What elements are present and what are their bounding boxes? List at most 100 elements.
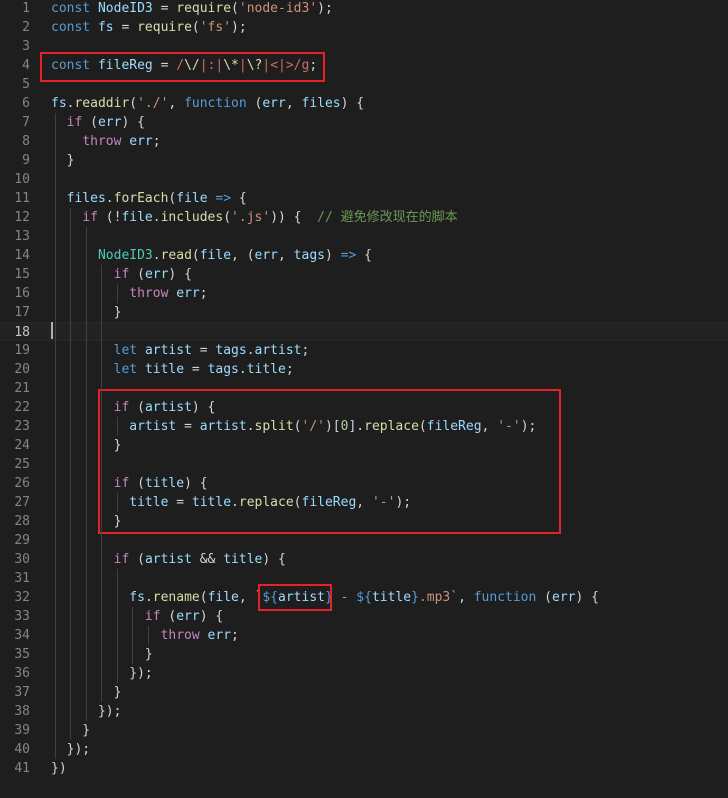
- line-number[interactable]: 3: [0, 37, 30, 56]
- code-line-11[interactable]: 11 files.forEach(file => {: [0, 189, 728, 208]
- code-line-20[interactable]: 20 let title = tags.title;: [0, 360, 728, 379]
- code-line-5[interactable]: 5: [0, 75, 728, 94]
- code-line-18[interactable]: 18: [0, 322, 728, 341]
- line-number[interactable]: 8: [0, 132, 30, 151]
- code-line-24[interactable]: 24 }: [0, 436, 728, 455]
- code-text[interactable]: const fileReg = /\/|:|\*|\?|<|>/g;: [51, 56, 317, 75]
- code-line-13[interactable]: 13: [0, 227, 728, 246]
- code-text[interactable]: if (!file.includes('.js')) { // 避免修改现在的脚…: [51, 208, 457, 227]
- code-line-38[interactable]: 38 });: [0, 702, 728, 721]
- line-number[interactable]: 10: [0, 170, 30, 189]
- code-text[interactable]: throw err;: [51, 132, 160, 151]
- code-line-35[interactable]: 35 }: [0, 645, 728, 664]
- line-number[interactable]: 7: [0, 113, 30, 132]
- code-line-41[interactable]: 41}): [0, 759, 728, 778]
- line-number[interactable]: 18: [0, 323, 30, 342]
- line-number[interactable]: 2: [0, 18, 30, 37]
- line-number[interactable]: 14: [0, 246, 30, 265]
- code-line-22[interactable]: 22 if (artist) {: [0, 398, 728, 417]
- code-line-10[interactable]: 10: [0, 170, 728, 189]
- code-text[interactable]: if (err) {: [51, 265, 192, 284]
- code-line-6[interactable]: 6 fs.readdir('./', function (err, files) …: [0, 94, 728, 113]
- code-line-25[interactable]: 25: [0, 455, 728, 474]
- code-text[interactable]: NodeID3.read(file, (err, tags) => {: [51, 246, 372, 265]
- line-number[interactable]: 4: [0, 56, 30, 75]
- code-text[interactable]: });: [51, 740, 91, 759]
- line-number[interactable]: 22: [0, 398, 30, 417]
- line-number[interactable]: 36: [0, 664, 30, 683]
- line-number[interactable]: 24: [0, 436, 30, 455]
- code-line-36[interactable]: 36 });: [0, 664, 728, 683]
- code-text[interactable]: let title = tags.title;: [51, 360, 294, 379]
- line-number[interactable]: 11: [0, 189, 30, 208]
- line-number[interactable]: 15: [0, 265, 30, 284]
- code-line-29[interactable]: 29: [0, 531, 728, 550]
- code-text[interactable]: const NodeID3 = require('node-id3');: [51, 0, 333, 18]
- line-number[interactable]: 34: [0, 626, 30, 645]
- line-number[interactable]: 20: [0, 360, 30, 379]
- code-text[interactable]: files.forEach(file => {: [51, 189, 247, 208]
- code-line-4[interactable]: 4 const fileReg = /\/|:|\*|\?|<|>/g;: [0, 56, 728, 75]
- line-number[interactable]: 27: [0, 493, 30, 512]
- code-text[interactable]: let artist = tags.artist;: [51, 341, 310, 360]
- code-text[interactable]: throw err;: [51, 626, 239, 645]
- code-line-8[interactable]: 8 throw err;: [0, 132, 728, 151]
- line-number[interactable]: 21: [0, 379, 30, 398]
- line-number[interactable]: 19: [0, 341, 30, 360]
- code-text[interactable]: fs.rename(file, `${artist} - ${title}.mp…: [51, 588, 599, 607]
- line-number[interactable]: 35: [0, 645, 30, 664]
- code-text[interactable]: fs.readdir('./', function (err, files) {: [51, 94, 364, 113]
- code-text[interactable]: throw err;: [51, 284, 207, 303]
- code-line-30[interactable]: 30 if (artist && title) {: [0, 550, 728, 569]
- code-editor[interactable]: 41}) 40 }); 39 } 38 }); 37 } 36 }); 35 } 34 thr…: [0, 0, 728, 798]
- code-line-1[interactable]: 1 const NodeID3 = require('node-id3');: [0, 0, 728, 18]
- code-line-32[interactable]: 32 fs.rename(file, `${artist} - ${title}…: [0, 588, 728, 607]
- line-number[interactable]: 32: [0, 588, 30, 607]
- code-line-3[interactable]: 3: [0, 37, 728, 56]
- code-line-12[interactable]: 12 if (!file.includes('.js')) { // 避免修改现…: [0, 208, 728, 227]
- code-text[interactable]: if (title) {: [51, 474, 208, 493]
- line-number[interactable]: 5: [0, 75, 30, 94]
- code-line-21[interactable]: 21: [0, 379, 728, 398]
- line-number[interactable]: 6: [0, 94, 30, 113]
- line-number[interactable]: 1: [0, 0, 30, 18]
- code-line-28[interactable]: 28 }: [0, 512, 728, 531]
- code-line-17[interactable]: 17 }: [0, 303, 728, 322]
- line-number[interactable]: 13: [0, 227, 30, 246]
- code-line-9[interactable]: 9 }: [0, 151, 728, 170]
- line-number[interactable]: 40: [0, 740, 30, 759]
- line-number[interactable]: 23: [0, 417, 30, 436]
- code-line-19[interactable]: 19 let artist = tags.artist;: [0, 341, 728, 360]
- line-number[interactable]: 38: [0, 702, 30, 721]
- line-number[interactable]: 33: [0, 607, 30, 626]
- code-line-23[interactable]: 23 artist = artist.split('/')[0].replace…: [0, 417, 728, 436]
- code-text[interactable]: title = title.replace(fileReg, '-');: [51, 493, 411, 512]
- line-number[interactable]: 12: [0, 208, 30, 227]
- line-number[interactable]: 28: [0, 512, 30, 531]
- line-number[interactable]: 25: [0, 455, 30, 474]
- code-text[interactable]: artist = artist.split('/')[0].replace(fi…: [51, 417, 536, 436]
- code-text[interactable]: }): [51, 759, 67, 778]
- line-number[interactable]: 17: [0, 303, 30, 322]
- code-line-37[interactable]: 37 }: [0, 683, 728, 702]
- line-number[interactable]: 29: [0, 531, 30, 550]
- code-line-40[interactable]: 40 });: [0, 740, 728, 759]
- code-line-15[interactable]: 15 if (err) {: [0, 265, 728, 284]
- line-number[interactable]: 41: [0, 759, 30, 778]
- code-line-14[interactable]: 14 NodeID3.read(file, (err, tags) => {: [0, 246, 728, 265]
- line-number[interactable]: 39: [0, 721, 30, 740]
- code-line-7[interactable]: 7 if (err) {: [0, 113, 728, 132]
- line-number[interactable]: 9: [0, 151, 30, 170]
- code-line-34[interactable]: 34 throw err;: [0, 626, 728, 645]
- code-line-33[interactable]: 33 if (err) {: [0, 607, 728, 626]
- line-number[interactable]: 16: [0, 284, 30, 303]
- code-line-16[interactable]: 16 throw err;: [0, 284, 728, 303]
- code-text[interactable]: const fs = require('fs');: [51, 18, 247, 37]
- code-text[interactable]: if (artist) {: [51, 398, 216, 417]
- code-line-26[interactable]: 26 if (title) {: [0, 474, 728, 493]
- line-number[interactable]: 37: [0, 683, 30, 702]
- code-text[interactable]: if (err) {: [51, 607, 223, 626]
- line-number[interactable]: 30: [0, 550, 30, 569]
- code-line-27[interactable]: 27 title = title.replace(fileReg, '-');: [0, 493, 728, 512]
- line-number[interactable]: 26: [0, 474, 30, 493]
